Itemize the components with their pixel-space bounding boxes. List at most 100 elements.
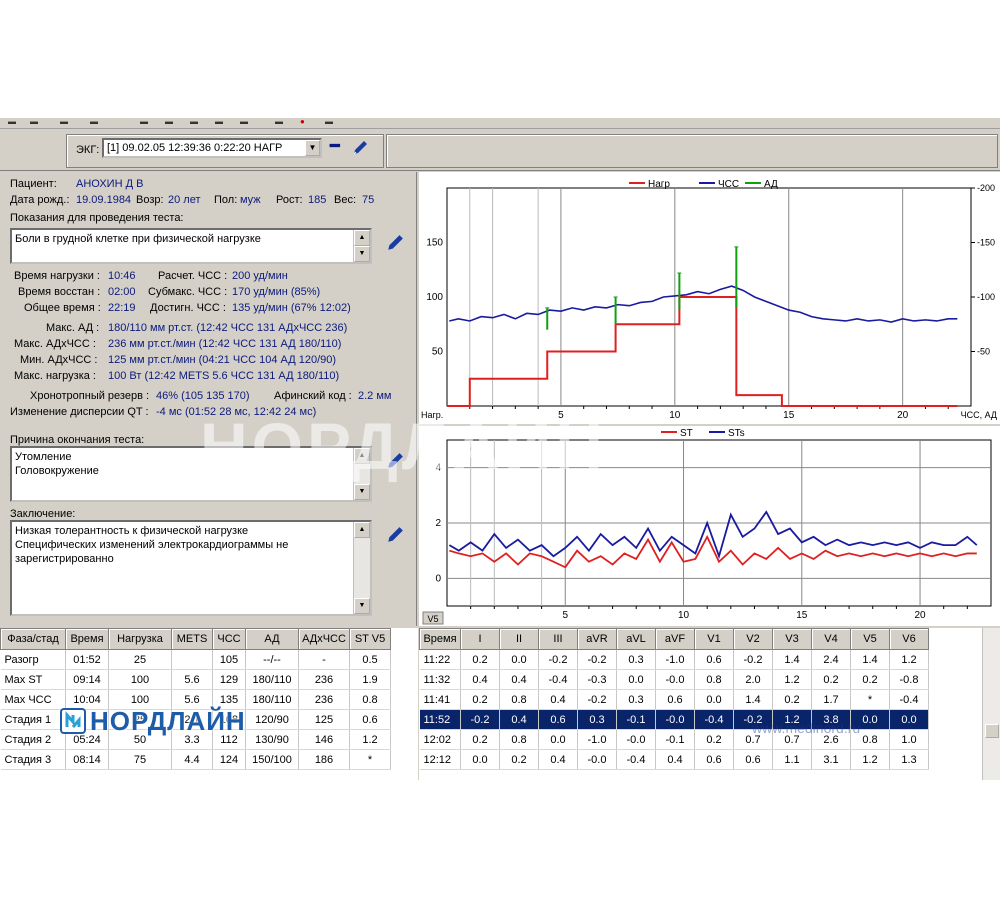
- sex-label: Пол:: [214, 194, 238, 206]
- edit-pen-icon[interactable]: [352, 140, 368, 156]
- tool-icon[interactable]: ▬: [90, 118, 98, 126]
- column-header[interactable]: V1: [694, 628, 734, 650]
- y-right-tick-label: -200: [977, 183, 995, 193]
- tool-icon[interactable]: ▬: [240, 118, 248, 126]
- lead-table-scrollbar[interactable]: [982, 628, 1000, 780]
- table-cell: 1.2: [889, 649, 929, 670]
- column-header[interactable]: V2: [733, 628, 773, 650]
- table-cell: 1.3: [889, 749, 929, 770]
- lead-table-panel: Время I II III aVR aVL aVF V1 V2 V3 V4 V5 V6 11:22 0.…: [419, 628, 1000, 780]
- chevron-down-icon[interactable]: ▼: [305, 140, 320, 156]
- table-cell: 2.0: [733, 669, 773, 690]
- record-icon[interactable]: ●: [300, 118, 305, 126]
- table-cell: 0.2: [499, 749, 539, 770]
- website-url: www.medinord.ru: [752, 720, 861, 736]
- tool-icon[interactable]: ▬: [30, 118, 38, 126]
- lead-row[interactable]: 12:12 0.0 0.2 0.4 -0.0 -0.4 0.4 0.6 0.6 1.1 3.1 1.2…: [419, 749, 929, 770]
- edit-pen-icon[interactable]: [386, 234, 404, 252]
- column-header[interactable]: V3: [772, 628, 812, 650]
- scroll-up-icon[interactable]: ▲: [354, 230, 370, 246]
- table-cell: 0.4: [460, 669, 500, 690]
- scroll-down-icon[interactable]: ▼: [354, 246, 370, 262]
- edit-pen-icon[interactable]: [386, 526, 404, 544]
- table-cell: 0.0: [694, 689, 734, 710]
- nordline-logo: НОРДЛАЙН: [60, 704, 246, 738]
- column-header[interactable]: III: [538, 628, 578, 650]
- ecg-record-select[interactable]: [1] 09.02.05 12:39:36 0:22:20 НАГР ▼: [102, 138, 322, 158]
- phase-row[interactable]: Разогр 01:52 25 105 --/-- -0.5: [0, 649, 391, 670]
- tool-icon[interactable]: ▬: [190, 118, 198, 126]
- scrollbar[interactable]: ▲ ▼: [353, 522, 370, 614]
- indications-label: Показания для проведения теста:: [10, 212, 184, 224]
- reached-hr-value: 135 уд/мин (67% 12:02): [232, 302, 351, 314]
- lead-row[interactable]: 11:41 0.2 0.8 0.4 -0.2 0.3 0.6 0.0 1.4 0.2 1.7 * -0.…: [419, 689, 929, 710]
- table-cell: 186: [298, 749, 350, 770]
- scroll-down-icon[interactable]: ▼: [354, 484, 370, 500]
- tool-icon[interactable]: ▬: [325, 118, 333, 126]
- tool-icon[interactable]: ▬: [140, 118, 148, 126]
- column-header[interactable]: V5: [850, 628, 890, 650]
- column-header[interactable]: aVL: [616, 628, 656, 650]
- column-header[interactable]: V4: [811, 628, 851, 650]
- scroll-thumb[interactable]: [985, 724, 999, 738]
- qt-label: Изменение дисперсии QT :: [10, 406, 149, 418]
- column-header[interactable]: I: [460, 628, 500, 650]
- y-right-tick-label: -100: [977, 292, 995, 302]
- table-cell: 11:32: [419, 669, 461, 690]
- column-header[interactable]: V6: [889, 628, 929, 650]
- table-cell: -1.0: [655, 649, 695, 670]
- scroll-up-icon[interactable]: ▲: [354, 522, 370, 538]
- table-cell: 0.4: [499, 669, 539, 690]
- tool-icon[interactable]: ▬: [60, 118, 68, 126]
- column-header[interactable]: АД: [245, 628, 299, 650]
- conclusion-field[interactable]: Низкая толерантность к физической нагруз…: [10, 520, 372, 616]
- table-cell: 0.6: [733, 749, 773, 770]
- table-cell: -0.4: [616, 749, 656, 770]
- column-header[interactable]: Нагрузка: [108, 628, 172, 650]
- lead-row[interactable]: 11:32 0.4 0.4 -0.4 -0.3 0.0 -0.0 0.8 2.0 1.2 0.2 0.…: [419, 669, 929, 690]
- column-header[interactable]: METS: [171, 628, 213, 650]
- column-header[interactable]: II: [499, 628, 539, 650]
- table-cell: 09:14: [65, 669, 109, 690]
- tool-icon[interactable]: ▬: [165, 118, 173, 126]
- tool-icon[interactable]: ▬: [275, 118, 283, 126]
- patient-name: АНОХИН Д В: [76, 178, 144, 190]
- table-cell: 1.9: [349, 669, 391, 690]
- lead-row[interactable]: 11:22 0.2 0.0 -0.2 -0.2 0.3 -1.0 0.6 -0.2 1.4 2.4 1…: [419, 649, 929, 670]
- column-header[interactable]: ST V5: [349, 628, 391, 650]
- table-cell: 0.2: [694, 729, 734, 750]
- logo-text: НОРДЛАЙН: [90, 705, 246, 736]
- scroll-down-icon[interactable]: ▼: [354, 598, 370, 614]
- lead-table: Время I II III aVR aVL aVF V1 V2 V3 V4 V5 V6 11:22 0.…: [419, 628, 929, 770]
- load-time-label: Время нагрузки :: [14, 270, 100, 282]
- sex-value: муж: [240, 194, 261, 206]
- table-cell: 1.2: [349, 729, 391, 750]
- y-left-tick-label: 150: [426, 238, 443, 249]
- legend-label: ST: [680, 428, 693, 439]
- remove-record-button[interactable]: ━: [330, 139, 344, 155]
- table-cell: 125: [298, 709, 350, 730]
- indications-field[interactable]: Боли в грудной клетке при физической наг…: [10, 228, 372, 264]
- table-cell: -0.1: [655, 729, 695, 750]
- column-header[interactable]: Время: [419, 628, 461, 650]
- column-header[interactable]: aVR: [577, 628, 617, 650]
- column-header[interactable]: АДхЧСС: [298, 628, 350, 650]
- tool-icon[interactable]: ▬: [215, 118, 223, 126]
- indications-text: Боли в грудной клетке при физической наг…: [15, 233, 261, 245]
- column-header[interactable]: ЧСС: [212, 628, 246, 650]
- scrollbar[interactable]: ▲ ▼: [353, 230, 370, 262]
- phase-row[interactable]: Max ST 09:14 100 5.6 129 180/110 236 1.9: [0, 669, 391, 690]
- phase-row[interactable]: Стадия 3 08:14 75 4.4 124 150/100 186 *: [0, 749, 391, 770]
- tool-icon[interactable]: ▬: [8, 118, 16, 126]
- table-cell: 0.4: [538, 689, 578, 710]
- table-cell: 01:52: [65, 649, 109, 670]
- column-header[interactable]: Время: [65, 628, 109, 650]
- y-right-tick-label: -150: [977, 238, 995, 248]
- total-time-value: 22:19: [108, 302, 136, 314]
- load-time-value: 10:46: [108, 270, 136, 282]
- table-cell: Стадия 2: [0, 729, 66, 750]
- column-header[interactable]: aVF: [655, 628, 695, 650]
- recovery-value: 02:00: [108, 286, 136, 298]
- column-header[interactable]: Фаза/стад: [0, 628, 66, 650]
- x-tick-label: 20: [897, 410, 909, 421]
